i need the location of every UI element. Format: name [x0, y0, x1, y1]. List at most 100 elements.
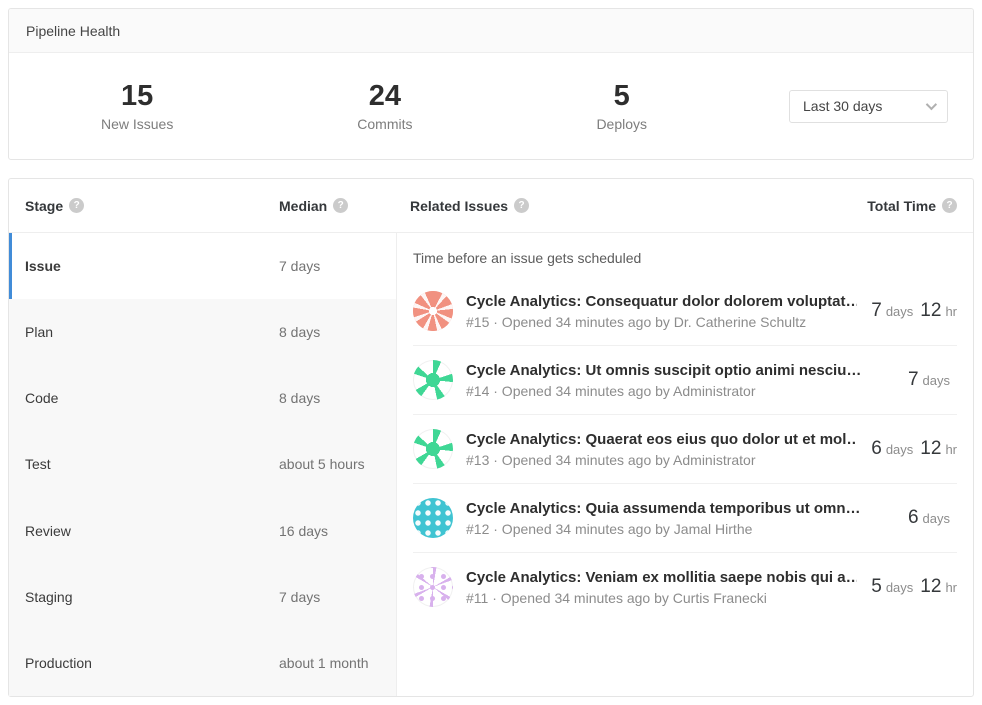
issue-total-time: 5 days 12 hr	[871, 576, 957, 598]
time-unit: hr	[945, 442, 957, 457]
related-issues-header-label: Related Issues	[410, 198, 508, 214]
time-value: 12	[920, 438, 941, 460]
time-unit: hr	[945, 304, 957, 319]
stage-median: 8 days	[279, 390, 320, 406]
stage-row-code[interactable]: Code 8 days	[9, 365, 396, 431]
time-unit: hr	[945, 580, 957, 595]
stage-median: about 1 month	[279, 655, 369, 671]
help-icon[interactable]: ?	[942, 198, 957, 213]
author-avatar[interactable]	[413, 429, 453, 469]
stage-median: 8 days	[279, 324, 320, 340]
column-header-total-time: Total Time ?	[867, 198, 973, 214]
stat-new-issues-label: New Issues	[101, 116, 173, 132]
stage-label: Staging	[9, 589, 279, 605]
column-header-stage: Stage ?	[9, 198, 279, 214]
stage-row-plan[interactable]: Plan 8 days	[9, 299, 396, 365]
author-avatar[interactable]	[413, 291, 453, 331]
stage-label: Issue	[12, 258, 279, 274]
stat-commits: 24 Commits	[357, 80, 412, 131]
issue-total-time: 6days12hr	[871, 438, 957, 460]
issue-row: Cycle Analytics: Consequatur dolor dolor…	[413, 277, 957, 345]
summary-stats: 15 New Issues 24 Commits 5 Deploys	[9, 80, 739, 131]
time-value: 7	[871, 300, 882, 322]
issue-meta: #13 · Opened 34 minutes ago by Administr…	[466, 452, 857, 468]
stage-row-test[interactable]: Test about 5 hours	[9, 431, 396, 497]
author-avatar[interactable]	[413, 498, 453, 538]
cycle-analytics-card: Stage ? Median ? Related Issues ? Total …	[8, 178, 974, 697]
issue-meta: #14 · Opened 34 minutes ago by Administr…	[466, 383, 894, 399]
time-unit: days	[923, 373, 950, 388]
issue-row: Cycle Analytics: Quia assumenda temporib…	[413, 483, 957, 552]
time-unit: days	[923, 511, 950, 526]
pipeline-health-card: Pipeline Health 15 New Issues 24 Commits…	[8, 8, 974, 160]
pipeline-health-header: Pipeline Health	[9, 9, 973, 53]
summary-stats-row: 15 New Issues 24 Commits 5 Deploys Last …	[9, 53, 973, 159]
stage-row-issue[interactable]: Issue 7 days	[9, 233, 396, 299]
issue-title-link[interactable]: Cycle Analytics: Veniam ex mollitia saep…	[466, 568, 857, 588]
issue-meta: #12 · Opened 34 minutes ago by Jamal Hir…	[466, 521, 894, 537]
column-header-median: Median ?	[279, 198, 410, 214]
time-value: 7	[908, 369, 919, 391]
stat-deploys-value: 5	[596, 80, 647, 113]
stat-new-issues-value: 15	[101, 80, 173, 113]
issue-title-link[interactable]: Cycle Analytics: Quaerat eos eius quo do…	[466, 430, 857, 450]
time-unit: days	[886, 580, 913, 595]
pipeline-health-title: Pipeline Health	[26, 23, 120, 39]
stat-deploys: 5 Deploys	[596, 80, 647, 131]
author-avatar[interactable]	[413, 567, 453, 607]
related-issues-panel: Time before an issue gets scheduled Cycl…	[396, 233, 973, 696]
date-range-dropdown[interactable]: Last 30 days	[789, 90, 948, 123]
issue-text: Cycle Analytics: Quaerat eos eius quo do…	[466, 430, 857, 467]
stage-median: 7 days	[279, 258, 320, 274]
time-value: 5	[871, 576, 882, 598]
stage-row-staging[interactable]: Staging 7 days	[9, 564, 396, 630]
median-header-label: Median	[279, 198, 327, 214]
stat-commits-label: Commits	[357, 116, 412, 132]
time-value: 12	[920, 576, 941, 598]
issue-text: Cycle Analytics: Ut omnis suscipit optio…	[466, 361, 894, 398]
time-value: 6	[908, 507, 919, 529]
stage-header-label: Stage	[25, 198, 63, 214]
help-icon[interactable]: ?	[333, 198, 348, 213]
issue-row: Cycle Analytics: Veniam ex mollitia saep…	[413, 552, 957, 621]
column-header-related-issues: Related Issues ?	[410, 198, 639, 214]
issue-title-link[interactable]: Cycle Analytics: Ut omnis suscipit optio…	[466, 361, 894, 381]
issue-text: Cycle Analytics: Quia assumenda temporib…	[466, 499, 894, 536]
issue-row: Cycle Analytics: Quaerat eos eius quo do…	[413, 414, 957, 483]
stage-median: 16 days	[279, 523, 328, 539]
stage-median: 7 days	[279, 589, 320, 605]
stage-label: Plan	[9, 324, 279, 340]
chevron-down-icon	[926, 99, 937, 110]
issue-text: Cycle Analytics: Veniam ex mollitia saep…	[466, 568, 857, 605]
issue-title-link[interactable]: Cycle Analytics: Consequatur dolor dolor…	[466, 292, 857, 312]
issue-meta: #11 · Opened 34 minutes ago by Curtis Fr…	[466, 590, 857, 606]
stage-label: Review	[9, 523, 279, 539]
time-unit: days	[886, 304, 913, 319]
table-header-row: Stage ? Median ? Related Issues ? Total …	[9, 179, 973, 233]
help-icon[interactable]: ?	[69, 198, 84, 213]
time-value: 12	[920, 300, 941, 322]
issue-meta: #15 · Opened 34 minutes ago by Dr. Cathe…	[466, 314, 857, 330]
stat-commits-value: 24	[357, 80, 412, 113]
issue-total-time: 7 days 12 hr	[871, 300, 957, 322]
stage-label: Test	[9, 456, 279, 472]
stage-nav: Issue 7 days Plan 8 days Code 8 days Tes…	[9, 233, 396, 696]
issue-row: Cycle Analytics: Ut omnis suscipit optio…	[413, 345, 957, 414]
issue-text: Cycle Analytics: Consequatur dolor dolor…	[466, 292, 857, 329]
total-time-header-label: Total Time	[867, 198, 936, 214]
stat-new-issues: 15 New Issues	[101, 80, 173, 131]
help-icon[interactable]: ?	[514, 198, 529, 213]
stage-label: Production	[9, 655, 279, 671]
stage-row-production[interactable]: Production about 1 month	[9, 630, 396, 696]
issue-total-time: 6 days	[908, 507, 957, 529]
issue-list: Cycle Analytics: Consequatur dolor dolor…	[413, 277, 957, 621]
stage-label: Code	[9, 390, 279, 406]
date-range-selected-value: Last 30 days	[803, 98, 882, 114]
time-unit: days	[886, 442, 913, 457]
issue-total-time: 7 days	[908, 369, 957, 391]
table-body: Issue 7 days Plan 8 days Code 8 days Tes…	[9, 233, 973, 696]
stage-row-review[interactable]: Review 16 days	[9, 498, 396, 564]
author-avatar[interactable]	[413, 360, 453, 400]
stat-deploys-label: Deploys	[596, 116, 647, 132]
issue-title-link[interactable]: Cycle Analytics: Quia assumenda temporib…	[466, 499, 894, 519]
